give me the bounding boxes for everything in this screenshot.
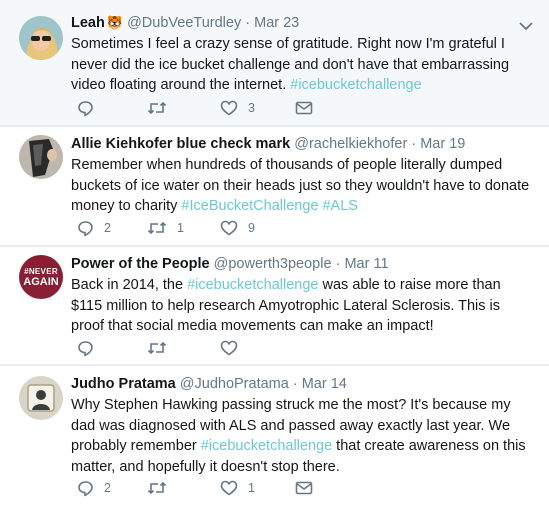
tiger-emoji: 🐯: [106, 15, 124, 30]
reply-icon: [77, 100, 94, 117]
avatar[interactable]: #NEVER AGAIN: [19, 255, 63, 299]
author-handle[interactable]: @DubVeeTurdley: [127, 15, 241, 31]
reply-button[interactable]: 2: [77, 218, 111, 238]
author-name[interactable]: Allie Kiehkofer blue check mark: [71, 136, 290, 152]
retweet-button[interactable]: 1: [147, 218, 184, 238]
separator: ·: [411, 136, 417, 152]
tweet-date[interactable]: Mar 23: [254, 15, 299, 31]
avatar-text: #NEVER: [24, 266, 58, 276]
caret-down-icon[interactable]: [519, 18, 533, 31]
author-name[interactable]: Power of the People: [71, 256, 210, 272]
tweet[interactable]: Allie Kiehkofer blue check mark @rachelk…: [0, 127, 549, 246]
like-count: 9: [248, 221, 255, 235]
tweet[interactable]: #NEVER AGAIN Power of the People @powert…: [0, 247, 549, 365]
tweet-text: Sometimes I feel a crazy sense of gratit…: [71, 34, 535, 96]
tweet[interactable]: Leah 🐯 @DubVeeTurdley · Mar 23 Sometimes …: [0, 0, 549, 126]
reply-icon: [77, 340, 94, 357]
avatar[interactable]: [19, 376, 63, 420]
retweet-button[interactable]: [147, 338, 167, 358]
like-count: 1: [248, 481, 255, 495]
hashtag-link[interactable]: #IceBucketChallenge #ALS: [181, 198, 358, 214]
retweet-button[interactable]: [147, 98, 177, 118]
tweet-text: Back in 2014, the #icebucketchallenge wa…: [71, 275, 535, 337]
like-icon: [220, 220, 238, 236]
tweet-text-part: Back in 2014, the: [71, 277, 188, 293]
like-icon: [220, 340, 238, 356]
author-handle[interactable]: @JudhoPratama: [180, 376, 289, 392]
separator: ·: [335, 256, 341, 272]
reply-count: 2: [104, 481, 111, 495]
retweet-icon: [147, 340, 167, 356]
like-button[interactable]: 9: [220, 218, 255, 238]
reply-icon: [77, 480, 94, 497]
hashtag-link[interactable]: #icebucketchallenge: [187, 277, 318, 293]
avatar[interactable]: [19, 16, 63, 60]
tweet-date[interactable]: Mar 14: [302, 376, 347, 392]
reply-button[interactable]: [77, 338, 94, 358]
avatar[interactable]: [19, 135, 63, 179]
tweet-feed: Leah 🐯 @DubVeeTurdley · Mar 23 Sometimes …: [0, 0, 549, 506]
reply-button[interactable]: [77, 98, 104, 118]
tweet-date[interactable]: Mar 19: [420, 136, 465, 152]
tweet-text: Why Stephen Hawking passing struck me th…: [71, 395, 535, 477]
like-count: 3: [248, 101, 255, 115]
tweet[interactable]: Judho Pratama @JudhoPratama · Mar 14 Why…: [0, 366, 549, 506]
direct-message-button[interactable]: [295, 98, 313, 118]
retweet-icon: [147, 220, 167, 236]
direct-message-button[interactable]: [295, 478, 313, 498]
retweet-icon: [147, 100, 167, 116]
author-handle[interactable]: @rachelkiekhofer: [294, 136, 407, 152]
hashtag-link[interactable]: #icebucketchallenge: [201, 438, 332, 454]
reply-icon: [77, 220, 94, 237]
tweet-text: Remember when hundreds of thousands of p…: [71, 155, 535, 217]
tweet-date[interactable]: Mar 11: [344, 256, 388, 272]
like-button[interactable]: [220, 338, 238, 358]
retweet-button[interactable]: [147, 478, 167, 498]
reply-button[interactable]: 2: [77, 478, 111, 498]
like-button[interactable]: 3: [220, 98, 255, 118]
author-name[interactable]: Judho Pratama: [71, 376, 176, 392]
separator: ·: [292, 376, 298, 392]
author-handle[interactable]: @powerth3people: [214, 256, 332, 272]
direct-message-icon: [295, 481, 313, 495]
hashtag-link[interactable]: #icebucketchallenge: [290, 77, 421, 93]
author-name[interactable]: Leah: [71, 15, 105, 31]
avatar-text: AGAIN: [23, 275, 59, 288]
retweet-count: 1: [177, 221, 184, 235]
like-icon: [220, 480, 238, 496]
separator: ·: [245, 15, 251, 31]
reply-count: 2: [104, 221, 111, 235]
like-button[interactable]: 1: [220, 478, 255, 498]
retweet-icon: [147, 480, 167, 496]
like-icon: [220, 100, 238, 116]
direct-message-icon: [295, 101, 313, 115]
